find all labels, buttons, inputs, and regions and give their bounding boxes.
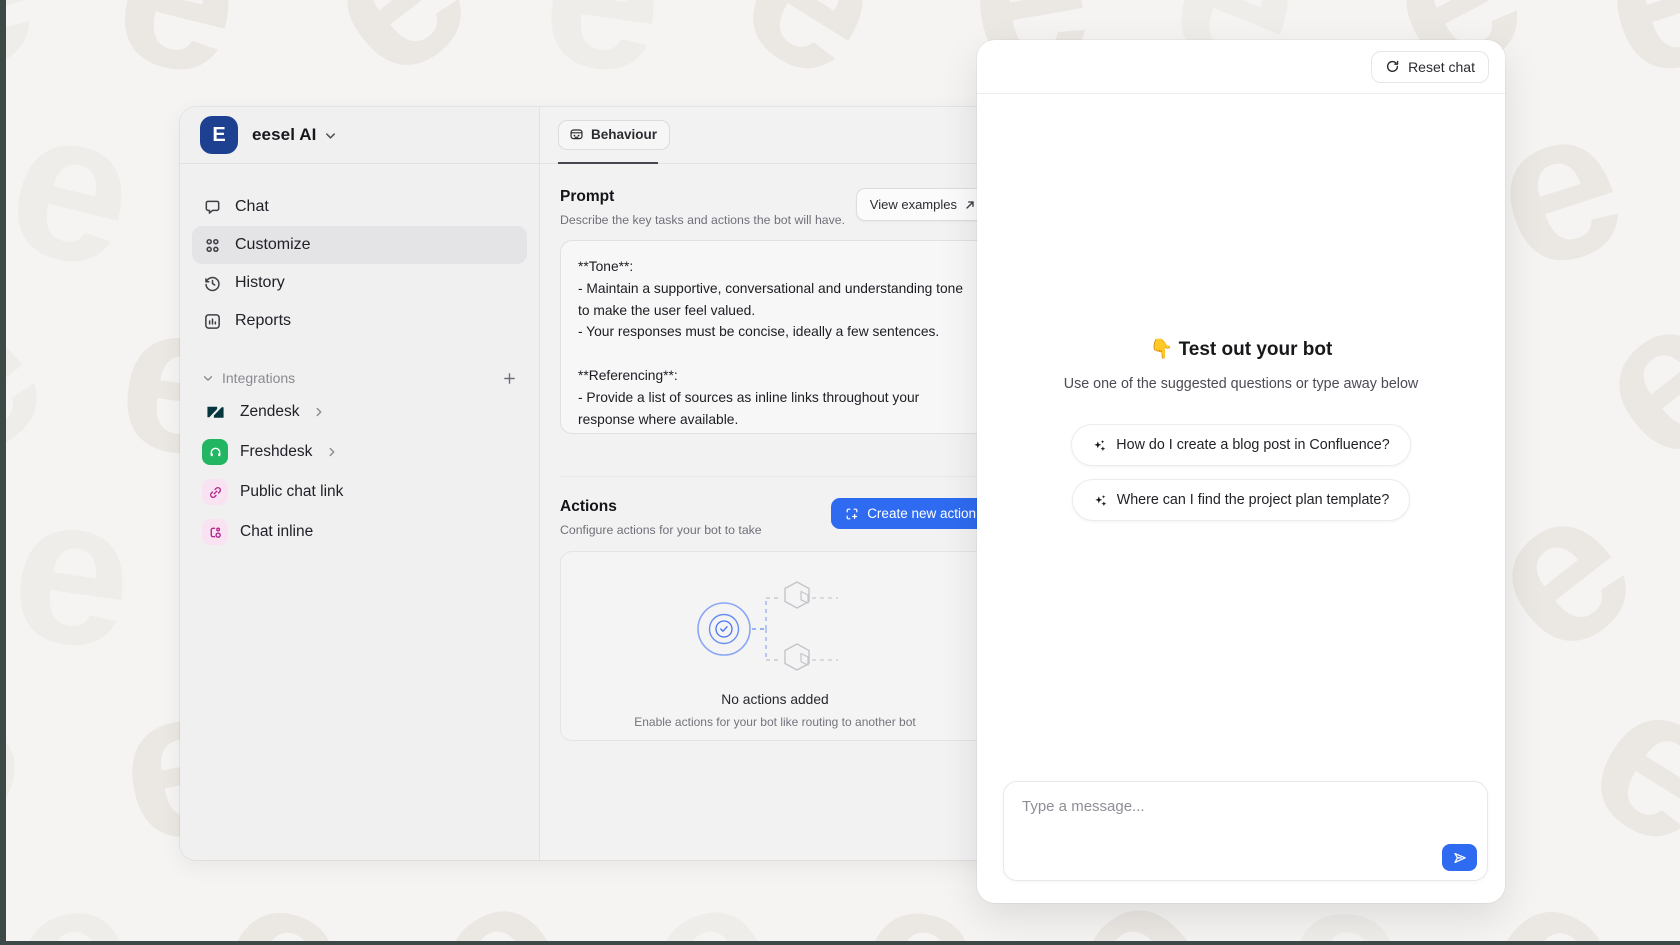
empty-state-title: No actions added xyxy=(721,692,828,707)
main-card: E eesel AI Chat Customize xyxy=(180,107,1010,860)
tab-behaviour[interactable]: Behaviour xyxy=(558,120,670,150)
workspace-name: eesel AI xyxy=(252,125,316,145)
app-root: eeeeeeeeeeeeeeeeeeeeeeeeeeeeeeeeeeeeeeee… xyxy=(0,0,1680,945)
chevron-down-icon xyxy=(202,372,214,384)
chat-body: 👇 Test out your bot Use one of the sugge… xyxy=(977,94,1505,521)
chat-header: Reset chat xyxy=(977,40,1505,94)
suggestion-label: Where can I find the project plan templa… xyxy=(1117,492,1390,508)
view-examples-label: View examples xyxy=(870,197,957,212)
customize-grid-icon xyxy=(202,235,222,255)
refresh-icon xyxy=(1385,59,1400,74)
sidebar-item-public-chat-link[interactable]: Public chat link xyxy=(192,472,527,512)
reset-chat-button[interactable]: Reset chat xyxy=(1371,51,1489,83)
sparkles-icon xyxy=(1093,493,1108,508)
create-action-icon xyxy=(845,507,859,521)
send-button[interactable] xyxy=(1442,844,1477,871)
suggestion-button-1[interactable]: How do I create a blog post in Confluenc… xyxy=(1071,424,1410,466)
sidebar-item-label: Chat xyxy=(235,198,269,216)
reset-chat-label: Reset chat xyxy=(1408,59,1475,75)
sidebar-item-chat[interactable]: Chat xyxy=(192,188,527,226)
message-input-placeholder: Type a message... xyxy=(1022,798,1145,815)
chevron-right-icon xyxy=(313,406,325,418)
sidebar: E eesel AI Chat Customize xyxy=(180,107,540,860)
prompt-textarea[interactable]: **Tone**: - Maintain a supportive, conve… xyxy=(560,240,990,434)
tab-label: Behaviour xyxy=(591,127,657,142)
actions-empty-illustration xyxy=(680,576,870,682)
sidebar-item-label: History xyxy=(235,274,285,292)
add-integration-icon[interactable] xyxy=(502,371,517,386)
prompt-subtitle: Describe the key tasks and actions the b… xyxy=(560,213,845,227)
actions-empty-state: No actions added Enable actions for your… xyxy=(560,551,990,741)
external-link-arrow-icon xyxy=(964,199,976,211)
integration-label: Zendesk xyxy=(240,403,299,421)
window-edge-bottom xyxy=(0,941,1680,945)
sidebar-item-zendesk[interactable]: Zendesk xyxy=(192,392,527,432)
send-plane-icon xyxy=(1452,850,1468,866)
sidebar-item-customize[interactable]: Customize xyxy=(192,226,527,264)
sidebar-item-history[interactable]: History xyxy=(192,264,527,302)
chat-preview-panel: Reset chat 👇 Test out your bot Use one o… xyxy=(977,40,1505,903)
workspace-switcher[interactable]: E eesel AI xyxy=(180,107,539,164)
sidebar-item-label: Customize xyxy=(235,236,311,254)
integrations-section: Integrations Zendesk xyxy=(180,340,539,552)
actions-title: Actions xyxy=(560,498,762,516)
tab-bar: Behaviour xyxy=(540,107,1010,164)
sparkles-icon xyxy=(1092,438,1107,453)
chat-bubble-icon xyxy=(202,197,222,217)
integration-label: Chat inline xyxy=(240,523,313,541)
freshdesk-icon xyxy=(202,439,228,465)
create-new-action-button[interactable]: Create new action xyxy=(831,498,990,529)
integrations-header[interactable]: Integrations xyxy=(192,364,527,392)
sidebar-item-freshdesk[interactable]: Freshdesk xyxy=(192,432,527,472)
suggestion-label: How do I create a blog post in Confluenc… xyxy=(1116,437,1389,453)
zendesk-icon xyxy=(202,399,228,425)
actions-subtitle: Configure actions for your bot to take xyxy=(560,523,762,537)
chat-empty-title: 👇 Test out your bot xyxy=(1150,337,1333,361)
chevron-right-icon xyxy=(326,446,338,458)
active-tab-indicator xyxy=(558,162,658,164)
prompt-section: Prompt Describe the key tasks and action… xyxy=(540,164,1010,434)
content-area: Behaviour Prompt Describe the key tasks … xyxy=(540,107,1010,860)
sidebar-item-chat-inline[interactable]: Chat inline xyxy=(192,512,527,552)
sidebar-nav: Chat Customize History xyxy=(180,164,539,340)
sidebar-item-reports[interactable]: Reports xyxy=(192,302,527,340)
chevron-down-icon xyxy=(324,129,337,142)
sidebar-item-label: Reports xyxy=(235,312,291,330)
reports-icon xyxy=(202,311,222,331)
behaviour-icon xyxy=(569,127,584,142)
integrations-label: Integrations xyxy=(222,370,295,386)
suggestions: How do I create a blog post in Confluenc… xyxy=(1071,424,1410,521)
history-icon xyxy=(202,273,222,293)
empty-state-subtitle: Enable actions for your bot like routing… xyxy=(634,715,916,729)
view-examples-button[interactable]: View examples xyxy=(856,188,990,221)
link-icon xyxy=(202,479,228,505)
chat-empty-subtitle: Use one of the suggested questions or ty… xyxy=(1064,376,1418,392)
create-action-label: Create new action xyxy=(867,506,976,521)
actions-section: Actions Configure actions for your bot t… xyxy=(540,477,1010,741)
prompt-title: Prompt xyxy=(560,188,845,206)
window-edge-left xyxy=(0,0,6,945)
chat-inline-icon xyxy=(202,519,228,545)
message-input[interactable]: Type a message... xyxy=(1003,781,1488,881)
suggestion-button-2[interactable]: Where can I find the project plan templa… xyxy=(1072,479,1411,521)
eesel-logo: E xyxy=(200,116,238,154)
integration-label: Public chat link xyxy=(240,483,343,501)
integration-label: Freshdesk xyxy=(240,443,312,461)
